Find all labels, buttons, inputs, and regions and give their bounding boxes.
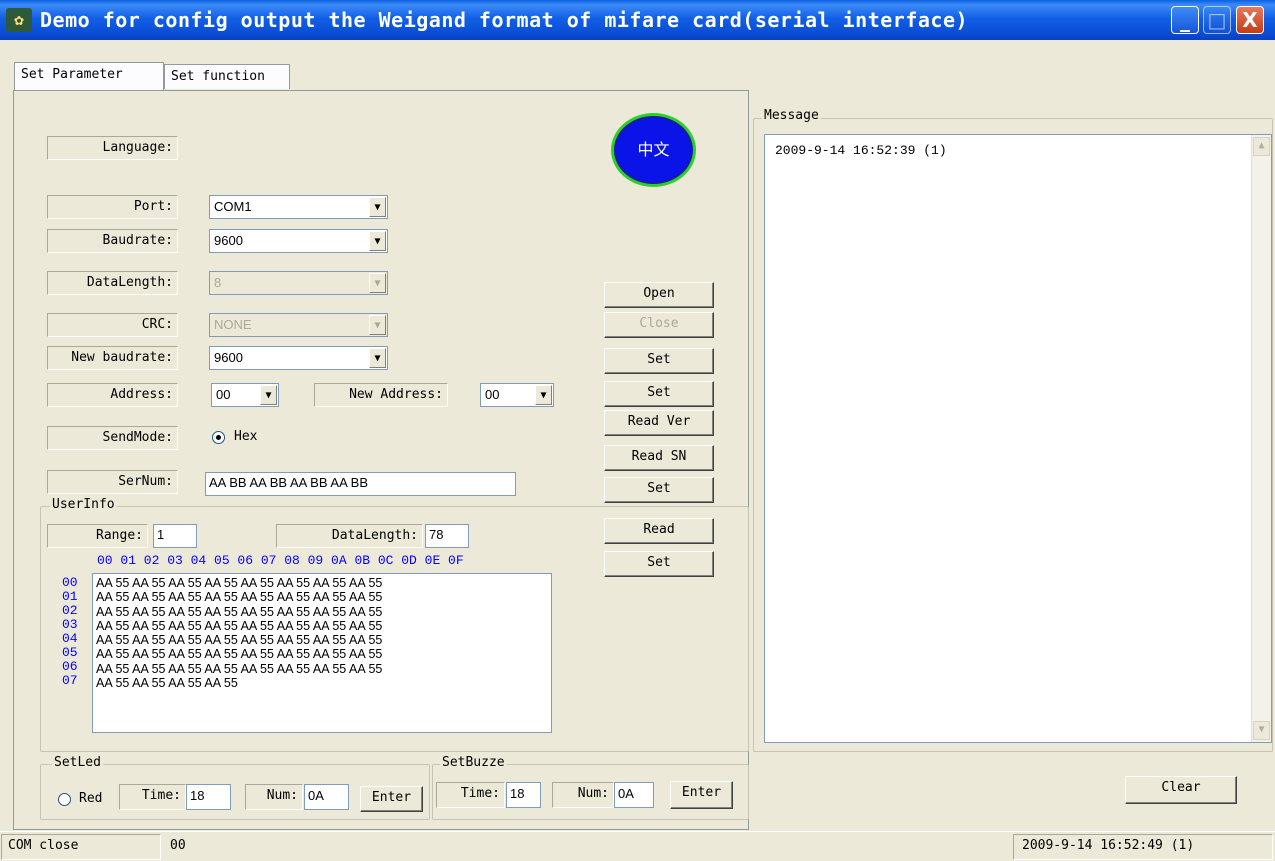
status-bar: COM close 00 2009-9-14 16:52:49 (1) (0, 831, 1275, 861)
read-version-button[interactable]: Read Ver (604, 410, 714, 436)
baudrate-value: 9600 (214, 233, 243, 248)
message-title: Message (762, 108, 821, 124)
tab-set-function[interactable]: Set function (164, 64, 290, 89)
range-input[interactable]: 1 (153, 524, 197, 548)
led-red-label: Red (79, 791, 103, 806)
port-value: COM1 (214, 199, 252, 214)
port-label: Port: (47, 195, 178, 219)
crc-value: NONE (214, 317, 252, 332)
led-num-input[interactable]: 0A (304, 784, 349, 810)
new-baudrate-label: New baudrate: (47, 346, 178, 370)
buzz-time-input[interactable]: 18 (506, 782, 541, 808)
language-label: Language: (47, 136, 178, 160)
userinfo-datalength-input[interactable]: 78 (425, 524, 469, 548)
led-time-input[interactable]: 18 (186, 784, 231, 810)
baudrate-select[interactable]: 9600 ▼ (209, 229, 388, 253)
set-address-button[interactable]: Set (604, 381, 714, 407)
sernum-input[interactable]: AA BB AA BB AA BB AA BB (205, 472, 516, 496)
chevron-down-icon[interactable]: ▼ (535, 385, 552, 405)
datalength-select: 8 ▼ (209, 271, 388, 295)
datalength-label: DataLength: (47, 271, 178, 295)
chevron-down-icon[interactable]: ▼ (369, 197, 386, 217)
datalength-value: 8 (214, 275, 222, 290)
buzz-time-label: Time: (436, 782, 505, 808)
led-num-label: Num: (245, 784, 303, 810)
message-line: 2009-9-14 16:52:39 (1) (775, 143, 947, 158)
language-toggle-button[interactable]: 中文 (611, 113, 696, 187)
close-window-button[interactable]: X (1236, 6, 1264, 34)
new-baudrate-select[interactable]: 9600 ▼ (209, 346, 388, 370)
setled-title: SetLed (52, 755, 103, 771)
port-select[interactable]: COM1 ▼ (209, 195, 388, 219)
userinfo-datalength-label: DataLength: (276, 524, 423, 548)
status-datetime: 2009-9-14 16:52:49 (1) (1013, 834, 1273, 860)
sendmode-label: SendMode: (47, 426, 178, 450)
chevron-down-icon[interactable]: ▼ (369, 231, 386, 251)
message-scrollbar[interactable]: ▲ ▼ (1251, 135, 1271, 742)
chevron-down-icon: ▼ (369, 273, 386, 293)
tab-set-parameter[interactable]: Set Parameter (14, 62, 164, 90)
setbuzz-title: SetBuzze (440, 755, 507, 771)
address-label: Address: (47, 383, 178, 407)
crc-select: NONE ▼ (209, 313, 388, 337)
new-address-select[interactable]: 00 ▼ (480, 383, 554, 407)
maximize-button[interactable]: □ (1203, 6, 1231, 34)
scroll-down-icon[interactable]: ▼ (1253, 721, 1270, 740)
scroll-up-icon[interactable]: ▲ (1253, 137, 1270, 156)
open-button[interactable]: Open (604, 282, 714, 308)
chevron-down-icon[interactable]: ▼ (260, 385, 277, 405)
app-icon: ✿ (6, 8, 32, 32)
clear-button[interactable]: Clear (1125, 776, 1237, 804)
userinfo-hex-data[interactable]: AA 55 AA 55 AA 55 AA 55 AA 55 AA 55 AA 5… (92, 573, 552, 733)
led-time-label: Time: (119, 784, 186, 810)
sendmode-hex-radio[interactable] (212, 431, 225, 444)
baudrate-label: Baudrate: (47, 229, 178, 253)
read-sn-button[interactable]: Read SN (604, 445, 714, 471)
message-list[interactable]: 2009-9-14 16:52:39 (1) ▲ ▼ (764, 134, 1272, 743)
new-address-value: 00 (485, 387, 500, 402)
window-title: Demo for config output the Weigand forma… (40, 8, 969, 32)
buzz-enter-button[interactable]: Enter (670, 781, 733, 809)
sernum-label: SerNum: (47, 470, 178, 494)
set-sn-button[interactable]: Set (604, 477, 714, 503)
status-com-state: COM close (1, 834, 161, 860)
buzz-num-input[interactable]: 0A (614, 782, 654, 808)
address-value: 00 (216, 387, 231, 402)
new-baudrate-value: 9600 (214, 350, 243, 365)
set-baudrate-button[interactable]: Set (604, 348, 714, 374)
hex-column-header: 00 01 02 03 04 05 06 07 08 09 0A 0B 0C 0… (97, 553, 464, 568)
buzz-num-label: Num: (552, 782, 614, 808)
crc-label: CRC: (47, 313, 178, 337)
close-port-button[interactable]: Close (604, 312, 714, 338)
userinfo-title: UserInfo (50, 497, 117, 513)
led-red-radio[interactable] (58, 793, 71, 806)
minimize-button[interactable]: _ (1171, 6, 1199, 34)
status-address: 00 (170, 838, 186, 853)
address-select[interactable]: 00 ▼ (211, 383, 279, 407)
led-enter-button[interactable]: Enter (360, 786, 423, 812)
sendmode-hex-label: Hex (234, 429, 258, 444)
chevron-down-icon[interactable]: ▼ (369, 348, 386, 368)
hex-row-numbers: 00 01 02 03 04 05 06 07 (62, 575, 78, 688)
title-bar[interactable]: ✿ Demo for config output the Weigand for… (0, 0, 1275, 40)
chevron-down-icon: ▼ (369, 315, 386, 335)
new-address-label: New Address: (314, 383, 448, 407)
range-label: Range: (47, 524, 148, 548)
